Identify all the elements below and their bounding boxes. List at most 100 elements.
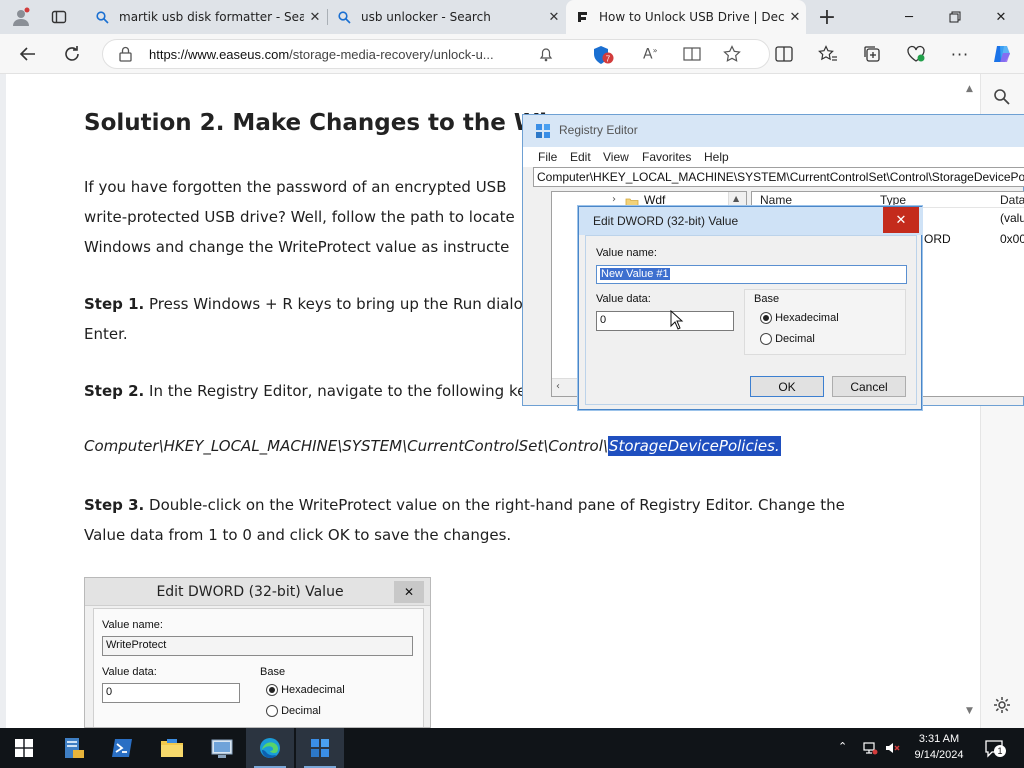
selected-text-highlight[interactable]: StorageDevicePolicies. [607, 436, 781, 456]
menu-view[interactable]: View [603, 150, 629, 164]
menu-favorites[interactable]: Favorites [642, 150, 691, 164]
paragraph-line: If you have forgotten the password of an… [84, 178, 507, 196]
value-row-2-data: 0x000 [1000, 232, 1024, 246]
tree-scroll-left-icon[interactable]: ‹ [556, 381, 560, 392]
tree-item-wdf[interactable]: Wdf [644, 193, 665, 207]
sidebar-settings-gear-icon[interactable] [993, 696, 1011, 718]
tree-expand-arrow-icon[interactable]: › [612, 194, 616, 205]
sidebar-search-icon[interactable] [993, 88, 1011, 110]
clock-date: 9/14/2024 [914, 749, 964, 761]
search-icon [94, 9, 110, 25]
minimize-button[interactable]: ─ [886, 0, 932, 34]
split-screen-icon[interactable] [768, 38, 800, 70]
tab-actions-icon[interactable] [42, 0, 76, 34]
close-tab-icon[interactable]: ✕ [784, 6, 806, 28]
browser-toolbar: https://www.easeus.com/storage-media-rec… [0, 34, 1024, 74]
value-row-2-type: ORD [924, 232, 951, 246]
cancel-button[interactable]: Cancel [832, 376, 906, 397]
menu-help[interactable]: Help [704, 150, 729, 164]
step-text: Double-click on the WriteProtect value o… [144, 496, 845, 514]
registry-address-bar[interactable]: Computer\HKEY_LOCAL_MACHINE\SYSTEM\Curre… [533, 167, 1024, 187]
radio-selected-icon[interactable] [760, 312, 772, 325]
control-panel-icon[interactable] [198, 728, 246, 768]
step-2-text: Step 2. In the Registry Editor, navigate… [84, 382, 526, 400]
bell-icon[interactable] [539, 46, 553, 66]
image-value-data-field: 0 [102, 683, 240, 703]
more-options-icon[interactable]: ··· [944, 38, 976, 70]
extension-badge-count: 7 [606, 55, 611, 64]
column-name-header[interactable]: Name [760, 193, 792, 207]
clock-time: 3:31 AM [918, 733, 960, 745]
new-tab-button[interactable]: + [810, 0, 844, 34]
image-value-name-field: WriteProtect [102, 636, 413, 656]
restore-button[interactable] [932, 0, 978, 34]
close-window-button[interactable]: ✕ [978, 0, 1024, 34]
value-name-selected-text: New Value #1 [600, 268, 670, 280]
system-clock[interactable]: 3:31 AM 9/14/2024 [900, 731, 978, 763]
favorites-icon[interactable] [812, 38, 844, 70]
tree-scroll-up-icon[interactable]: ▲ [733, 194, 739, 203]
registry-path-text[interactable]: Computer\HKEY_LOCAL_MACHINE\SYSTEM\Curre… [84, 436, 781, 456]
dword-dialog-title: Edit DWORD (32-bit) Value [593, 214, 739, 228]
address-bar[interactable]: https://www.easeus.com/storage-media-rec… [102, 39, 770, 69]
tab-easeus-article[interactable]: How to Unlock USB Drive | Decryp ✕ [566, 0, 806, 34]
paragraph-line: Enter. [84, 325, 128, 343]
back-arrow-icon[interactable] [12, 38, 44, 70]
registry-editor-taskbar-icon[interactable] [296, 728, 344, 768]
value-name-label: Value name: [596, 247, 657, 259]
volume-muted-icon[interactable] [884, 740, 900, 760]
tab-martik-search[interactable]: martik usb disk formatter - Search ✕ [86, 0, 326, 34]
close-tab-icon[interactable]: ✕ [304, 6, 326, 28]
image-dialog-titlebar: Edit DWORD (32-bit) Value ✕ [85, 578, 430, 606]
decimal-radio[interactable]: Decimal [760, 333, 815, 346]
browser-essentials-icon[interactable] [900, 38, 932, 70]
network-icon[interactable] [862, 740, 878, 760]
profile-avatar-icon[interactable] [4, 0, 38, 34]
decimal-label: Decimal [775, 333, 815, 345]
show-hidden-icons-chevron-icon[interactable]: ⌃ [838, 740, 847, 753]
value-name-field[interactable]: New Value #1 [596, 265, 907, 284]
column-data-header[interactable]: Data [1000, 193, 1024, 207]
paragraph-line: write-protected USB drive? Well, follow … [84, 208, 515, 226]
powershell-icon[interactable] [98, 728, 146, 768]
edge-browser-icon[interactable] [246, 728, 294, 768]
shield-extension-icon[interactable]: 7 [593, 45, 615, 69]
hexadecimal-radio[interactable]: Hexadecimal [760, 312, 839, 325]
image-close-icon: ✕ [394, 581, 424, 603]
favorite-star-icon[interactable] [723, 45, 741, 67]
notification-center-icon[interactable]: 1 [984, 738, 1006, 762]
copilot-icon[interactable] [986, 38, 1018, 70]
image-dec-label: Decimal [281, 705, 321, 717]
dialog-close-button[interactable]: ✕ [883, 207, 919, 233]
tab-usb-unlocker-search[interactable]: usb unlocker - Search ✕ [328, 0, 565, 34]
refresh-icon[interactable] [56, 38, 88, 70]
file-explorer-icon[interactable] [148, 728, 196, 768]
dword-dialog-body: Value name: New Value #1 Value data: 0 B… [585, 235, 917, 405]
collections-icon[interactable] [856, 38, 888, 70]
ok-button[interactable]: OK [750, 376, 824, 397]
value-data-input[interactable]: 0 [596, 311, 734, 331]
menu-edit[interactable]: Edit [570, 150, 591, 164]
column-type-header[interactable]: Type [880, 193, 906, 207]
registry-menu-bar: File Edit View Favorites Help [523, 147, 1024, 167]
radio-empty-icon[interactable] [760, 333, 772, 346]
start-windows-icon[interactable] [0, 728, 48, 768]
immersive-reader-icon[interactable] [683, 46, 701, 66]
image-hex-label: Hexadecimal [281, 684, 345, 696]
close-tab-icon[interactable]: ✕ [543, 6, 565, 28]
screen: martik usb disk formatter - Search ✕ usb… [0, 0, 1024, 768]
edit-dword-dialog[interactable]: Edit DWORD (32-bit) Value ✕ Value name: … [578, 206, 923, 410]
scroll-up-arrow-icon[interactable]: ▲ [966, 84, 973, 94]
notification-count-badge: 1 [994, 745, 1006, 757]
dword-dialog-titlebar[interactable]: Edit DWORD (32-bit) Value ✕ [579, 207, 923, 235]
image-value-name-label: Value name: [102, 619, 163, 631]
url-domain: https://www.easeus.com [149, 47, 290, 62]
server-manager-icon[interactable] [50, 728, 98, 768]
registry-editor-titlebar[interactable]: Registry Editor [523, 115, 1024, 147]
section-heading: Solution 2. Make Changes to the Win [84, 110, 564, 136]
search-icon [336, 9, 352, 25]
scroll-down-arrow-icon[interactable]: ▼ [966, 706, 973, 716]
read-aloud-icon[interactable]: A» [643, 46, 657, 63]
lock-icon[interactable] [119, 46, 132, 66]
menu-file[interactable]: File [538, 150, 557, 164]
